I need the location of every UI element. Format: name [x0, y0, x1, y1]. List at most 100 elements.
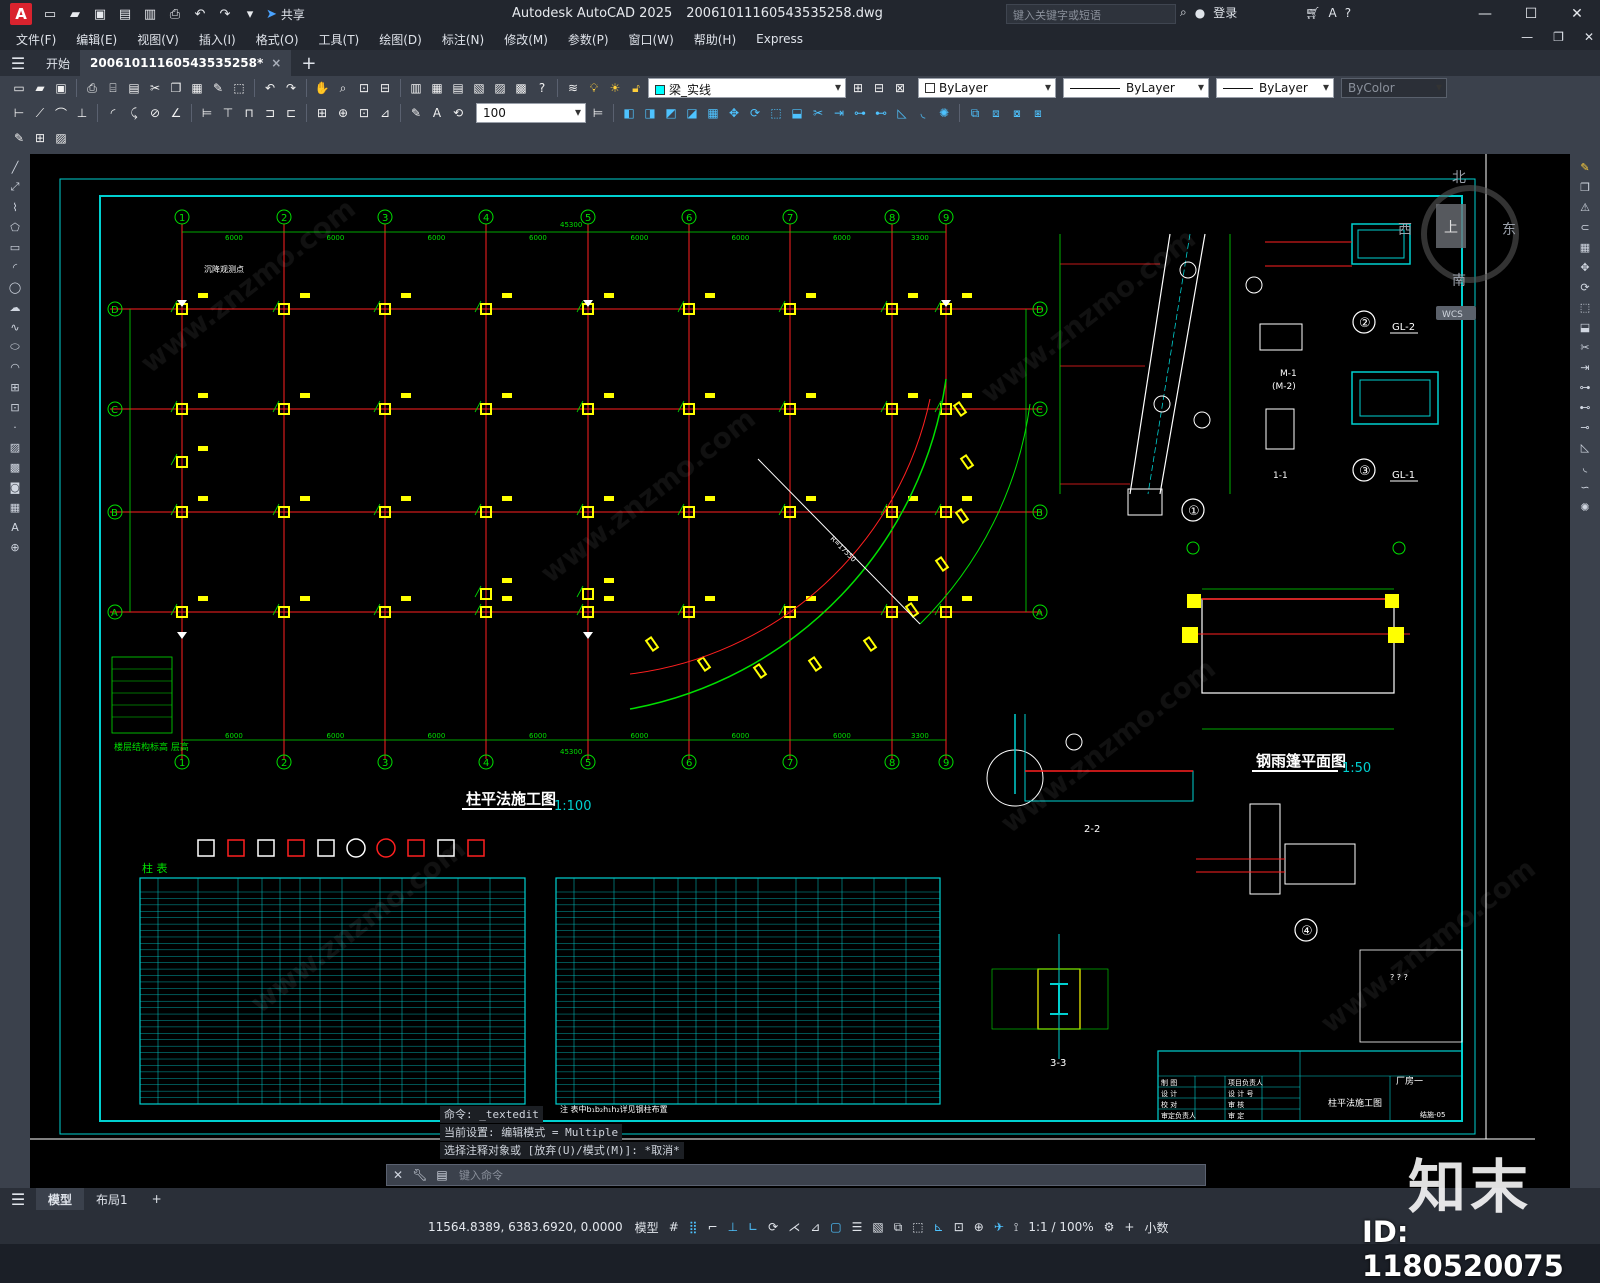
command-customize-icon[interactable]: 🔧︎	[409, 1168, 431, 1182]
selection-cycling-icon[interactable]: ⧉	[894, 1220, 903, 1235]
dim-continue-icon[interactable]: ⊓	[240, 104, 258, 122]
add-layout-button[interactable]: +	[140, 1188, 174, 1210]
modify-rotate-icon[interactable]: ⟳	[746, 104, 764, 122]
make-current-icon[interactable]: ⊞	[849, 79, 867, 97]
cart-icon[interactable]: 🛒︎	[1305, 6, 1320, 20]
doc-minimize-icon[interactable]: —	[1521, 30, 1533, 44]
wcs-menu[interactable]: WCS	[1442, 310, 1463, 320]
edit-hatch-icon[interactable]: ▨	[52, 129, 70, 147]
isodraft-icon[interactable]: ⋌	[788, 1220, 800, 1234]
command-line[interactable]: ✕ 🔧︎ ▤ 键入命令	[386, 1164, 1206, 1186]
close-icon[interactable]: ✕	[1554, 0, 1600, 28]
tab-model[interactable]: 模型	[36, 1188, 85, 1210]
offset-tool-icon[interactable]: ⊂	[1577, 220, 1593, 234]
layer-dropdown[interactable]: 梁_实线	[648, 78, 846, 98]
layout-menu-icon[interactable]: ☰	[0, 1190, 36, 1209]
osnap-tracking-icon[interactable]: ⊿	[810, 1220, 820, 1234]
tab-layout1[interactable]: 布局1	[84, 1188, 140, 1210]
compass-east[interactable]: 东	[1502, 222, 1516, 238]
menu-item-12[interactable]: Express	[756, 32, 803, 46]
osnap-icon[interactable]: ▢	[830, 1220, 841, 1234]
dimtedit-icon[interactable]: A	[428, 104, 446, 122]
dim-ordinate-icon[interactable]: ⊥	[73, 104, 91, 122]
ellipse-arc-icon[interactable]: ◠	[7, 360, 23, 374]
paste-icon[interactable]: ▦	[188, 79, 206, 97]
modify-stretch-icon[interactable]: ⬓	[788, 104, 806, 122]
undo-tb-icon[interactable]: ↶	[261, 79, 279, 97]
circle-tool-icon[interactable]: ◯	[7, 280, 23, 294]
coordinate-readout[interactable]: 11564.8389, 6383.6920, 0.0000	[428, 1220, 623, 1234]
dim-linear-icon[interactable]: ⊢	[10, 104, 28, 122]
dynamic-input-icon[interactable]: ⊥	[728, 1220, 738, 1234]
break-at-point-icon[interactable]: ⊶	[1577, 380, 1593, 394]
polar-icon[interactable]: ⟳	[768, 1220, 778, 1234]
jogged-linear-icon[interactable]: ⊿	[376, 104, 394, 122]
undo-icon[interactable]: ↶	[192, 6, 208, 22]
mirror-tool-icon[interactable]: ⚠	[1577, 200, 1593, 214]
plotstyle-dropdown[interactable]: ByColor	[1341, 78, 1447, 98]
command-recent-icon[interactable]: ▤	[431, 1168, 453, 1182]
edit-text-icon[interactable]: ✎	[10, 129, 28, 147]
save-icon[interactable]: ▣	[92, 6, 108, 22]
modify-explode-icon[interactable]: ✺	[935, 104, 953, 122]
move-tool-icon[interactable]: ✥	[1577, 260, 1593, 274]
modify-trim-icon[interactable]: ✂	[809, 104, 827, 122]
modify-copy-icon[interactable]: ◨	[641, 104, 659, 122]
grid-icon[interactable]: #	[669, 1220, 679, 1234]
spline-tool-icon[interactable]: ∿	[7, 320, 23, 334]
rectangle-tool-icon[interactable]: ▭	[7, 240, 23, 254]
explode-tool-icon[interactable]: ✺	[1577, 500, 1593, 514]
mtext-tool-icon[interactable]: A	[7, 520, 23, 534]
dim-diameter-icon[interactable]: ⊘	[146, 104, 164, 122]
help-search-input[interactable]: 键入关键字或短语	[1006, 4, 1176, 24]
tab-drawing[interactable]: 20061011160543535258* ×	[80, 50, 292, 76]
lineweight-icon[interactable]: ☰	[852, 1220, 863, 1234]
units-selector[interactable]: 小数	[1144, 1219, 1168, 1236]
dimstyle-icon[interactable]: ⊨	[589, 104, 607, 122]
help-icon[interactable]: ?	[1345, 6, 1351, 20]
customize-qat-icon[interactable]: ▾	[242, 6, 258, 22]
dim-aligned-icon[interactable]: ⟋	[31, 104, 49, 122]
dim-break-icon[interactable]: ⊏	[282, 104, 300, 122]
tolerance-icon[interactable]: ⊞	[313, 104, 331, 122]
command-close-icon[interactable]: ✕	[387, 1168, 409, 1182]
drawing-canvas[interactable]: D D C C B B A A 1 1 2 2 3 3 4 4 5 5 6 6 7 7 8 8 9 9 45300 45300 6000…	[30, 154, 1570, 1188]
lineweight-dropdown[interactable]: ByLayer	[1216, 78, 1334, 98]
open-icon[interactable]: ▰	[31, 79, 49, 97]
join-tool-icon[interactable]: ⊸	[1577, 420, 1593, 434]
insert-block-icon[interactable]: ⊞	[7, 380, 23, 394]
layer-manager-icon[interactable]: ≋	[564, 79, 582, 97]
modify-break-icon[interactable]: ⊶	[851, 104, 869, 122]
annotation-scale[interactable]: 1:1 / 100%	[1028, 1220, 1093, 1234]
command-input[interactable]: 键入命令	[459, 1167, 503, 1183]
chamfer-tool-icon[interactable]: ◺	[1577, 440, 1593, 454]
design-center-icon[interactable]: ▦	[428, 79, 446, 97]
draworder-above-icon[interactable]: ⧇	[1008, 104, 1026, 122]
save-tb-icon[interactable]: ▣	[52, 79, 70, 97]
dynamic-ucs-icon[interactable]: ⊾	[934, 1220, 944, 1234]
viewcube-top-face[interactable]: 上	[1444, 220, 1458, 236]
preview-icon[interactable]: ⌸	[104, 79, 122, 97]
dim-radius-icon[interactable]: ◜	[104, 104, 122, 122]
quickcalc-icon[interactable]: ▩	[512, 79, 530, 97]
layer-previous-icon[interactable]: ⊟	[870, 79, 888, 97]
modify-offset-icon[interactable]: ◪	[683, 104, 701, 122]
annotation-monitor-icon[interactable]: +	[1124, 1220, 1134, 1234]
doc-restore-icon[interactable]: ❐	[1553, 30, 1564, 44]
tab-close-icon[interactable]: ×	[271, 56, 281, 70]
snap-icon[interactable]: ⣿	[689, 1220, 698, 1234]
annotation-visibility-icon[interactable]: ✈	[994, 1220, 1004, 1234]
construction-line-icon[interactable]: ⤢	[7, 180, 23, 194]
publish-icon[interactable]: ▥	[142, 6, 158, 22]
layer-states-icon[interactable]: ⊠	[891, 79, 909, 97]
redo-icon[interactable]: ↷	[217, 6, 233, 22]
modify-move-icon[interactable]: ✥	[725, 104, 743, 122]
selection-filter-icon[interactable]: ⊡	[954, 1220, 964, 1234]
edit-attribute-icon[interactable]: ⊞	[31, 129, 49, 147]
3d-osnap-icon[interactable]: ⬚	[912, 1220, 923, 1234]
open-folder-icon[interactable]: ▰	[67, 6, 83, 22]
layer-lock-icon[interactable]: 🔓︎	[627, 79, 645, 97]
transparency-icon[interactable]: ▧	[872, 1220, 883, 1234]
dim-update-icon[interactable]: ⟲	[449, 104, 467, 122]
help-tb-icon[interactable]: ?	[533, 79, 551, 97]
